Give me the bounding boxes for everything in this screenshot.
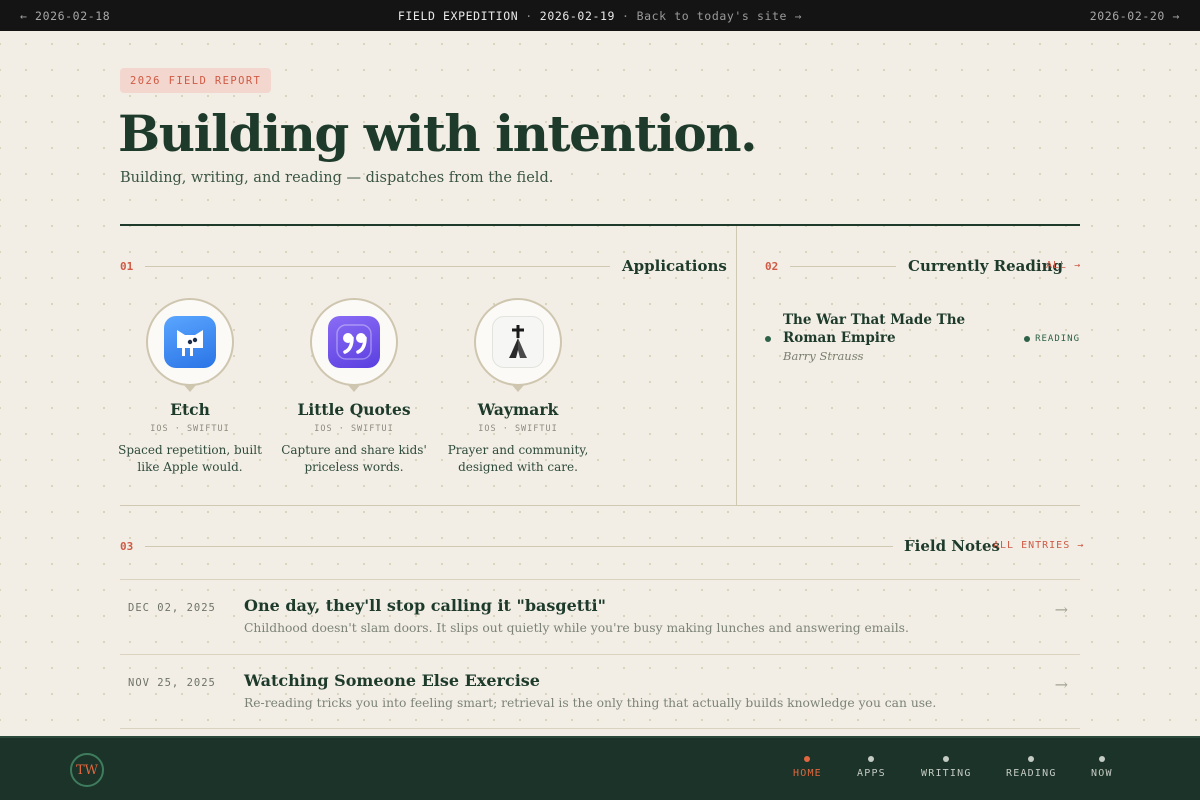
quotes-app-icon [328, 316, 380, 368]
section-rule [145, 546, 893, 547]
section-number: 03 [120, 540, 134, 553]
app-bubble [474, 298, 562, 386]
bottom-nav: TW HOME APPS WRITING READING NOW [0, 736, 1200, 800]
nav-dot [868, 756, 875, 762]
app-bubble [146, 298, 234, 386]
page-subtitle: Building, writing, and reading — dispatc… [120, 170, 554, 186]
list-divider [120, 728, 1080, 729]
separator: · [525, 8, 533, 23]
praying-hands-cross-icon [492, 316, 544, 368]
field-report-badge: 2026 FIELD REPORT [120, 68, 272, 93]
nav-dot [1028, 756, 1035, 762]
note-date: DEC 02, 2025 [128, 602, 216, 614]
next-day-link[interactable]: 2026-02-20 → [1090, 9, 1180, 23]
app-card-little-quotes[interactable]: Little Quotes IOS · SWIFTUI Capture and … [279, 298, 429, 476]
applications-heading: Applications [622, 257, 727, 275]
currently-reading-heading: Currently Reading [908, 257, 1063, 275]
hero-divider [120, 224, 1080, 226]
nav-label: WRITING [921, 768, 972, 779]
nav-label: READING [1006, 768, 1057, 779]
app-name: Little Quotes [297, 400, 411, 419]
app-description: Capture and share kids' priceless words. [281, 443, 427, 474]
reading-status: READING [1035, 334, 1080, 344]
expedition-date: 2026-02-19 [539, 8, 616, 23]
all-entries-link[interactable]: ALL ENTRIES → [993, 540, 1084, 551]
note-date: NOV 25, 2025 [128, 677, 216, 689]
arrow-right-icon: → [1054, 675, 1068, 694]
app-description: Prayer and community, designed with care… [447, 443, 589, 474]
arrow-right-icon: → [1054, 600, 1068, 619]
reading-status-badge: READING [1024, 334, 1080, 344]
nav-apps[interactable]: APPS [857, 756, 886, 779]
app-tags: IOS · SWIFTUI [314, 424, 394, 434]
nav-label: NOW [1091, 768, 1113, 779]
section-rule [145, 266, 610, 267]
note-title: One day, they'll stop calling it "basget… [244, 596, 606, 615]
app-name: Waymark [477, 400, 559, 419]
nav-dot [943, 756, 950, 762]
page-title: Building with intention. [118, 104, 757, 163]
app-card-waymark[interactable]: Waymark IOS · SWIFTUI Prayer and communi… [443, 298, 593, 476]
prev-day-link[interactable]: ← 2026-02-18 [20, 9, 110, 23]
app-description: Spaced repetition, built like Apple woul… [118, 443, 262, 474]
all-reading-link[interactable]: ALL → [1046, 260, 1081, 271]
nav-reading[interactable]: READING [1006, 756, 1057, 779]
status-dot [1024, 336, 1031, 342]
back-to-today-link[interactable]: Back to today's site → [637, 9, 803, 23]
expedition-title: FIELD EXPEDITION [397, 8, 519, 23]
nav-dot [804, 756, 811, 762]
expedition-header: FIELD EXPEDITION · 2026-02-19 · Back to … [398, 9, 802, 23]
app-tags: IOS · SWIFTUI [478, 424, 558, 434]
book-author: Barry Strauss [783, 349, 864, 363]
etch-app-icon [164, 316, 216, 368]
app-tags: IOS · SWIFTUI [150, 424, 230, 434]
column-divider [736, 226, 737, 506]
section-number: 02 [765, 260, 779, 273]
note-entry[interactable]: NOV 25, 2025 Watching Someone Else Exerc… [120, 654, 1080, 729]
field-notes-heading: Field Notes [904, 537, 1000, 555]
note-title: Watching Someone Else Exercise [244, 671, 540, 690]
note-entry[interactable]: DEC 02, 2025 One day, they'll stop calli… [120, 579, 1080, 654]
app-card-etch[interactable]: Etch IOS · SWIFTUI Spaced repetition, bu… [115, 298, 265, 476]
top-bar: ← 2026-02-18 FIELD EXPEDITION · 2026-02-… [0, 0, 1200, 31]
app-bubble [310, 298, 398, 386]
separator: · [622, 8, 630, 23]
bullet-dot [765, 336, 771, 342]
nav-home[interactable]: HOME [793, 756, 822, 779]
section-rule [790, 266, 896, 267]
note-summary: Childhood doesn't slam doors. It slips o… [244, 621, 909, 635]
nav-dot [1098, 756, 1105, 762]
app-name: Etch [170, 400, 210, 419]
site-logo[interactable]: TW [70, 753, 104, 787]
nav-writing[interactable]: WRITING [921, 756, 972, 779]
section-number: 01 [120, 260, 134, 273]
book-title: The War That Made The Roman Empire [783, 312, 966, 346]
nav-now[interactable]: NOW [1091, 756, 1113, 779]
note-summary: Re-reading tricks you into feeling smart… [244, 696, 937, 710]
section-divider [120, 505, 1080, 506]
nav-label: HOME [793, 768, 822, 779]
nav-label: APPS [857, 768, 886, 779]
